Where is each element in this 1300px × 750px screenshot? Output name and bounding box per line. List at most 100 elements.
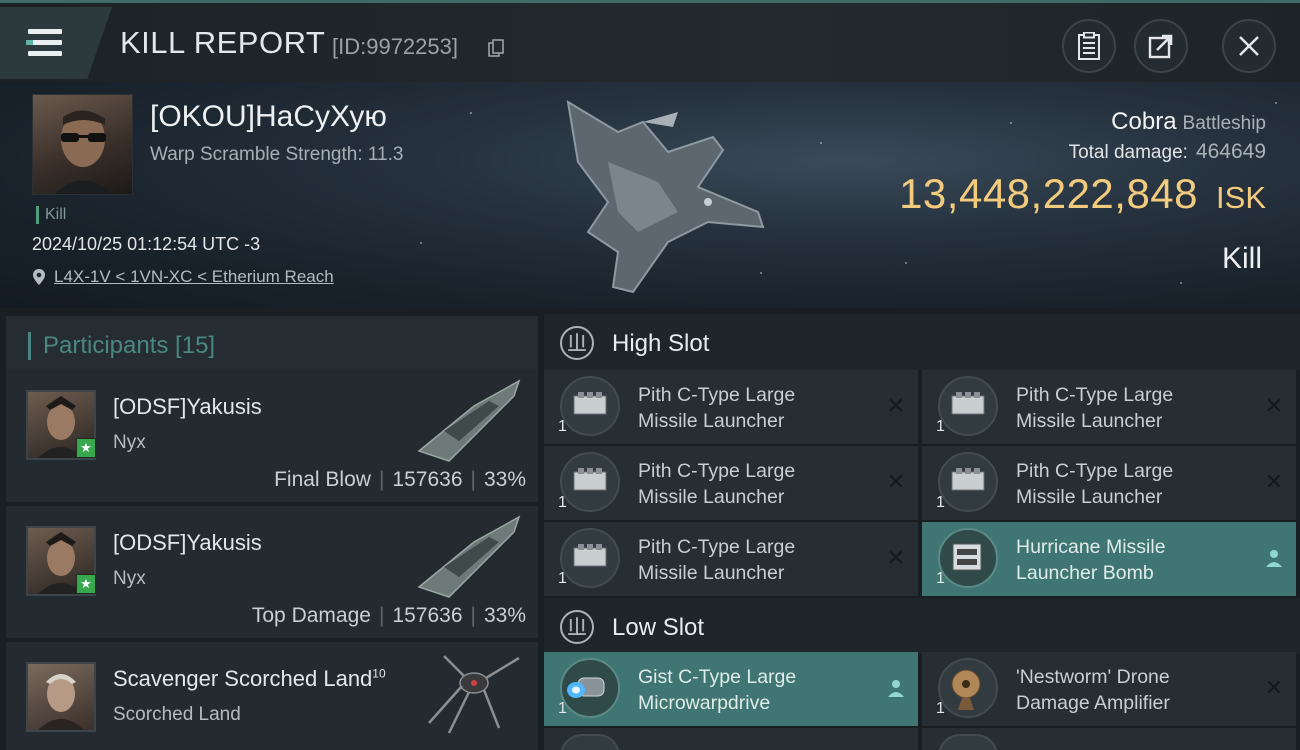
high-slot-title: High Slot bbox=[612, 330, 710, 357]
participant-ship: Scorched Land bbox=[113, 704, 241, 725]
menu-icon-bar bbox=[28, 51, 62, 56]
participant-role: Final Blow bbox=[274, 468, 371, 491]
dropped-person-icon bbox=[888, 680, 904, 697]
missile-launcher-icon bbox=[560, 452, 620, 512]
ship-name-row: Cobra Battleship bbox=[1111, 108, 1266, 136]
module-item[interactable]: 1 Hurricane Missile Launcher Bomb bbox=[922, 522, 1296, 596]
participant-stats: Top Damage | 157636 | 33% bbox=[251, 604, 526, 627]
copy-icon[interactable] bbox=[488, 39, 504, 57]
participants-header[interactable]: Participants [15] bbox=[6, 316, 538, 372]
low-slot-icon bbox=[560, 610, 594, 644]
dropped-person-icon bbox=[1266, 550, 1282, 567]
isk-unit: ISK bbox=[1216, 180, 1266, 215]
module-icon bbox=[938, 734, 998, 750]
menu-icon bbox=[28, 29, 62, 34]
module-name: Gist C-Type Large Microwarpdrive bbox=[638, 666, 797, 714]
destroyed-x-icon: ✕ bbox=[1264, 675, 1284, 700]
total-damage-label: Total damage: bbox=[1068, 142, 1188, 163]
module-item[interactable] bbox=[544, 728, 918, 750]
clipboard-icon bbox=[1078, 32, 1100, 60]
ship-name[interactable]: Cobra bbox=[1111, 108, 1176, 135]
participant-avatar bbox=[26, 662, 96, 732]
total-damage-row: Total damage: 464649 bbox=[1069, 140, 1266, 164]
share-button[interactable] bbox=[1134, 19, 1188, 73]
module-name: Pith C-Type Large Missile Launcher bbox=[1016, 384, 1174, 432]
ship-image bbox=[566, 100, 765, 294]
module-quantity: 1 bbox=[558, 570, 567, 587]
missile-launcher-icon bbox=[560, 376, 620, 436]
missile-launcher-icon bbox=[938, 452, 998, 512]
participant-role: Top Damage bbox=[251, 604, 371, 627]
participant-percent: 33% bbox=[483, 604, 526, 627]
location-text[interactable]: L4X-1V < 1VN-XC < Etherium Reach bbox=[54, 267, 334, 287]
menu-icon-bar bbox=[28, 40, 62, 45]
victim-name[interactable]: [OKOU]НаСуХую bbox=[150, 100, 387, 134]
missile-launcher-icon bbox=[560, 528, 620, 588]
warp-scramble-strength: Warp Scramble Strength: 11.3 bbox=[150, 144, 404, 165]
location-pin-icon bbox=[33, 269, 45, 285]
participant-level: 10 bbox=[372, 666, 386, 681]
destroyed-x-icon: ✕ bbox=[1264, 393, 1284, 418]
participant-name: [ODSF]Yakusis bbox=[113, 394, 262, 419]
participant-name: Scavenger Scorched Land10 bbox=[113, 666, 386, 691]
module-name: 'Nestworm' Drone Damage Amplifier bbox=[1016, 666, 1170, 714]
destroyed-x-icon: ✕ bbox=[886, 469, 906, 494]
participant-card[interactable]: Scavenger Scorched Land10 Scorched Land bbox=[6, 642, 538, 750]
close-icon bbox=[1239, 36, 1259, 56]
drone-amplifier-icon bbox=[938, 658, 998, 718]
module-quantity: 1 bbox=[936, 570, 945, 587]
ship-class: Battleship bbox=[1182, 113, 1266, 134]
participant-card[interactable]: ★ [ODSF]Yakusis Nyx Top Damage | 157636 | 33… bbox=[6, 506, 538, 638]
low-slot-title: Low Slot bbox=[612, 614, 705, 641]
share-icon bbox=[1148, 34, 1173, 59]
high-slot-icon bbox=[560, 326, 594, 360]
microwarpdrive-icon bbox=[560, 658, 620, 718]
participant-damage: 157636 bbox=[392, 468, 463, 491]
destroyed-x-icon: ✕ bbox=[886, 393, 906, 418]
module-item[interactable]: 1 Pith C-Type Large Missile Launcher ✕ bbox=[922, 370, 1296, 444]
victim-avatar[interactable] bbox=[32, 94, 133, 195]
bomb-launcher-icon bbox=[938, 528, 998, 588]
location-link[interactable]: L4X-1V < 1VN-XC < Etherium Reach bbox=[32, 267, 334, 287]
menu-button[interactable] bbox=[0, 7, 112, 79]
module-item[interactable] bbox=[922, 728, 1296, 750]
close-button[interactable] bbox=[1222, 19, 1276, 73]
module-name: Pith C-Type Large Missile Launcher bbox=[638, 384, 796, 432]
kill-tag: Kill bbox=[36, 206, 66, 224]
victim-panel: [OKOU]НаСуХую Warp Scramble Strength: 11… bbox=[0, 82, 1300, 308]
isk-value-row: 13,448,222,848 ISK bbox=[899, 170, 1266, 218]
module-item[interactable]: 1 Pith C-Type Large Missile Launcher ✕ bbox=[922, 446, 1296, 520]
module-name: Hurricane Missile Launcher Bomb bbox=[1016, 536, 1166, 584]
clipboard-button[interactable] bbox=[1062, 19, 1116, 73]
report-id: [ID:9972253] bbox=[332, 34, 458, 59]
star-badge-icon: ★ bbox=[76, 574, 96, 594]
module-item[interactable]: 1 Pith C-Type Large Missile Launcher ✕ bbox=[544, 522, 918, 596]
top-bar: KILL REPORT [ID:9972253] bbox=[0, 0, 1300, 82]
missile-launcher-icon bbox=[938, 376, 998, 436]
module-quantity: 1 bbox=[936, 418, 945, 435]
participant-stats: Final Blow | 157636 | 33% bbox=[274, 468, 526, 491]
high-slot-header: High Slot bbox=[544, 314, 1300, 370]
total-damage-value: 464649 bbox=[1195, 140, 1266, 163]
module-item[interactable]: 1 Pith C-Type Large Missile Launcher ✕ bbox=[544, 446, 918, 520]
module-item[interactable]: 1 'Nestworm' Drone Damage Amplifier ✕ bbox=[922, 652, 1296, 726]
result-label: Kill bbox=[1221, 242, 1262, 275]
module-icon bbox=[560, 734, 620, 750]
destroyed-x-icon: ✕ bbox=[1264, 469, 1284, 494]
module-name: Pith C-Type Large Missile Launcher bbox=[638, 536, 796, 584]
participant-ship-image bbox=[428, 655, 520, 734]
participant-ship-image bbox=[417, 515, 521, 598]
participant-card[interactable]: ★ [ODSF]Yakusis Nyx Final Blow | 157636 | 33… bbox=[6, 370, 538, 502]
participant-damage: 157636 bbox=[392, 604, 463, 627]
participants-panel: Participants [15] ★ [ODSF]Yakusis Nyx Fi… bbox=[0, 308, 540, 750]
module-name: Pith C-Type Large Missile Launcher bbox=[638, 460, 796, 508]
module-item[interactable]: 1 Pith C-Type Large Missile Launcher ✕ bbox=[544, 370, 918, 444]
menu-accent bbox=[26, 40, 33, 45]
participant-ship-image bbox=[417, 379, 521, 462]
module-item[interactable]: 1 Gist C-Type Large Microwarpdrive bbox=[544, 652, 918, 726]
module-quantity: 1 bbox=[936, 700, 945, 717]
module-quantity: 1 bbox=[558, 700, 567, 717]
participant-ship: Nyx bbox=[113, 432, 146, 453]
isk-value: 13,448,222,848 bbox=[899, 170, 1199, 217]
participants-title: Participants [15] bbox=[28, 332, 215, 360]
